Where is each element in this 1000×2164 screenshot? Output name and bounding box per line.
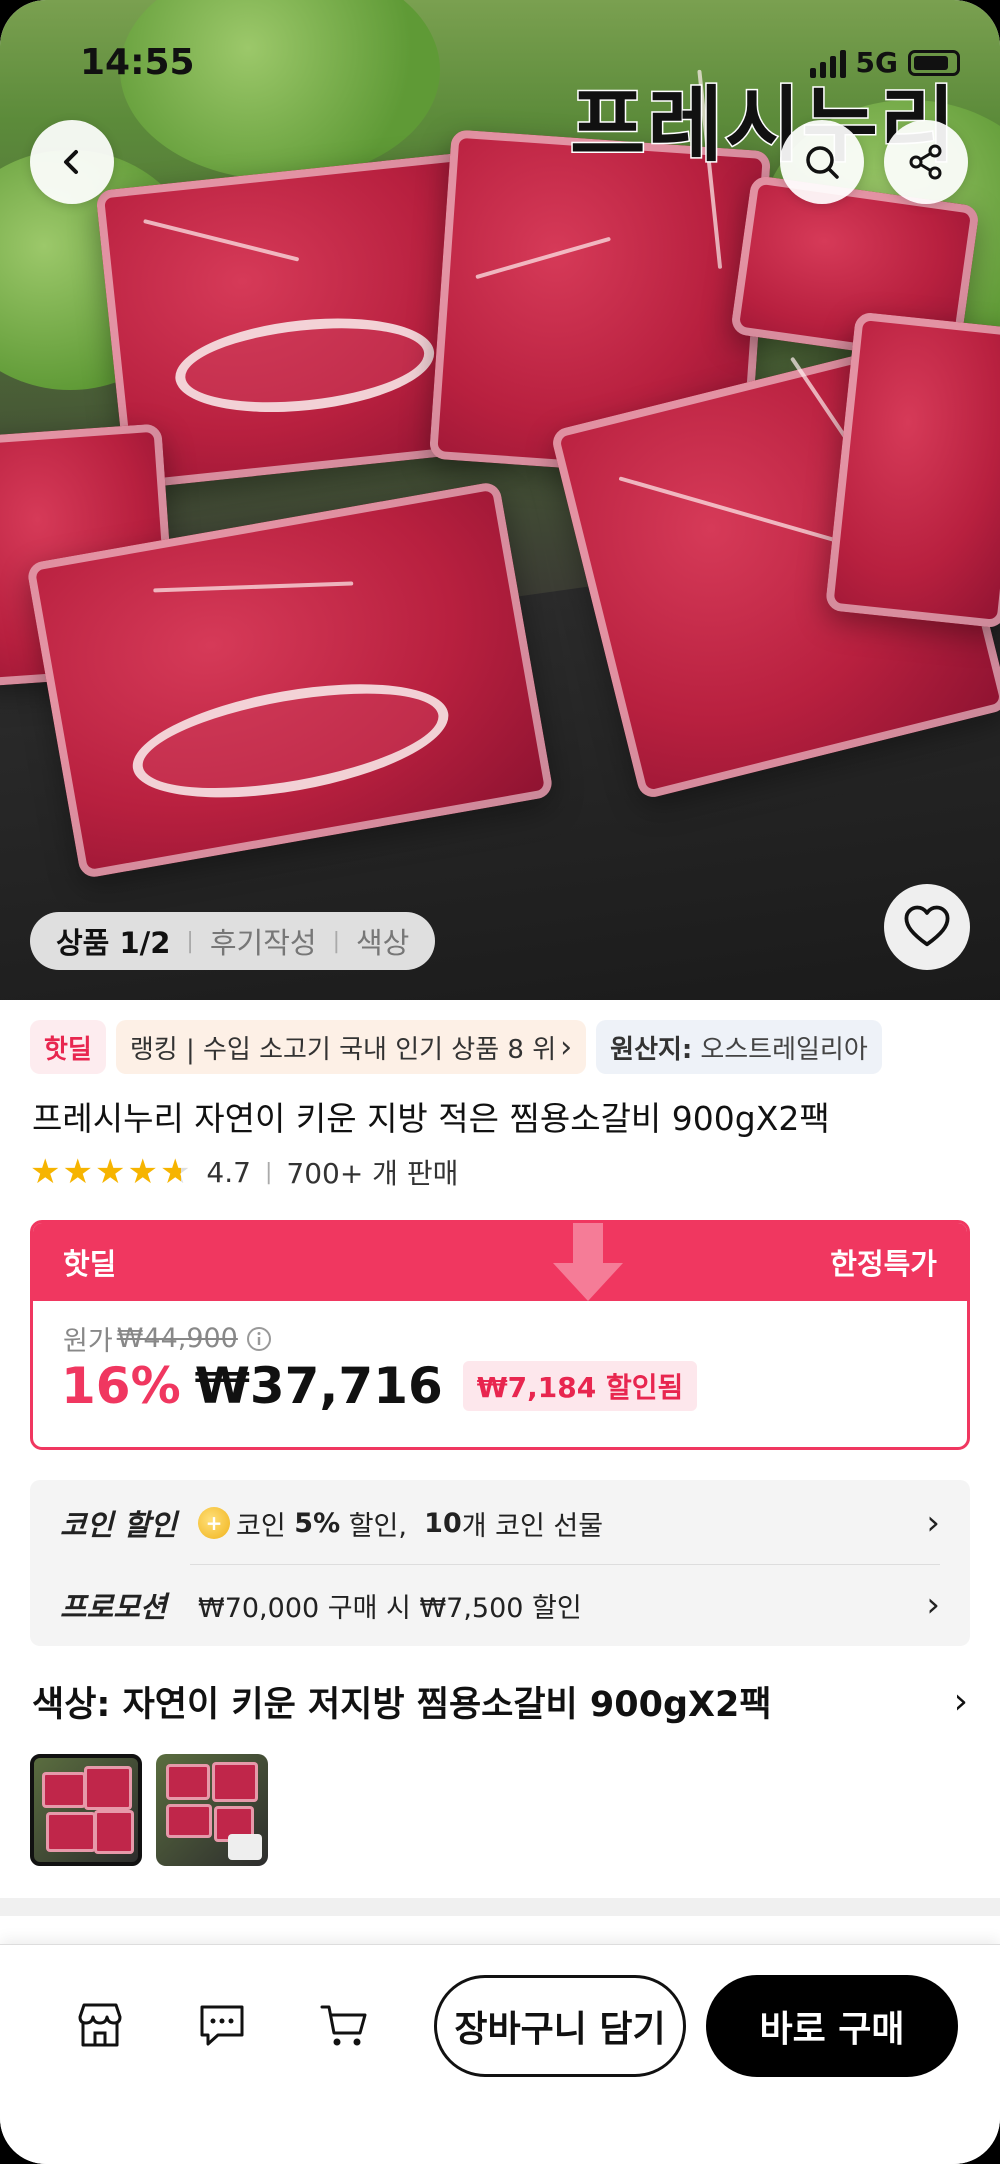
price-deal-box: 핫딜 한정특가 원가 ₩44,900 16% ₩37,716 ₩7,184 할인… — [30, 1220, 970, 1450]
share-button[interactable] — [884, 120, 968, 204]
product-title: 프레시누리 자연이 키운 지방 적은 찜용소갈비 900gX2팩 — [32, 1099, 830, 1138]
tab-write-review[interactable]: 후기작성 — [210, 920, 317, 962]
hot-deal-chip: 핫딜 — [30, 1020, 106, 1074]
battery-icon — [908, 49, 960, 76]
cart-icon — [320, 2005, 367, 2046]
info-icon[interactable] — [246, 1326, 272, 1352]
back-button[interactable] — [30, 120, 114, 204]
promotions-box: 코인 할인 + 코인 5% 할인, 10 개 코인 선물 › 프로모션 ₩70,… — [30, 1480, 970, 1646]
store-button[interactable] — [70, 1995, 130, 2055]
wishlist-button[interactable] — [884, 884, 970, 970]
star-icon: ★ — [94, 1152, 126, 1192]
original-price-row: 원가 ₩44,900 — [63, 1319, 272, 1358]
share-icon — [909, 144, 942, 180]
rating-value: 4.7 — [206, 1155, 251, 1189]
deal-header: 핫딜 한정특가 — [33, 1223, 967, 1301]
star-icon: ★ — [62, 1152, 93, 1192]
option-thumbnails — [30, 1754, 268, 1866]
original-price: ₩44,900 — [116, 1323, 238, 1354]
buy-now-button[interactable]: 바로 구매 — [706, 1975, 958, 2077]
sale-price: ₩37,716 — [194, 1357, 443, 1415]
original-price-label: 원가 — [63, 1326, 113, 1357]
origin-value: 오스트레일리아 — [700, 1034, 868, 1065]
product-image-gallery[interactable]: 프레시누리 14:55 5G 상품 1/2 | 후기작성 | 색상 — [0, 0, 1000, 1000]
coin-text-discount: 할인, — [348, 1510, 407, 1542]
promotion-label: 프로모션 — [60, 1590, 167, 1624]
store-icon — [78, 2003, 122, 2047]
coin-icon: + — [198, 1507, 230, 1539]
bottom-action-bar: 장바구니 담기 바로 구매 — [0, 1944, 1000, 2164]
coin-gift-text: 개 코인 선물 — [461, 1510, 604, 1542]
ranking-chip[interactable]: 랭킹 | 수입 소고기 국내 인기 상품 8 위 › — [115, 1020, 587, 1074]
chevron-right-icon: › — [953, 1681, 968, 1722]
promotion-row[interactable]: 프로모션 ₩70,000 구매 시 ₩7,500 할인 › — [60, 1570, 940, 1640]
color-option-row[interactable]: 색상: 자연이 키운 저지방 찜용소갈비 900gX2팩 › — [32, 1676, 968, 1727]
option-thumbnail[interactable] — [156, 1754, 268, 1866]
product-chips: 핫딜 랭킹 | 수입 소고기 국내 인기 상품 8 위 › 원산지: 오스트레일… — [30, 1020, 882, 1074]
chevron-right-icon: › — [926, 1585, 940, 1625]
rating-row[interactable]: ★ ★ ★ ★ ★ 4.7 | 700+ 개 판매 — [30, 1152, 458, 1192]
star-half-icon: ★ — [159, 1152, 191, 1192]
image-tabs: 상품 1/2 | 후기작성 | 색상 — [30, 912, 436, 970]
cart-button[interactable] — [314, 1995, 374, 2055]
deal-left-label: 핫딜 — [63, 1247, 117, 1281]
coin-discount-label: 코인 할인 — [60, 1508, 177, 1542]
add-to-cart-button[interactable]: 장바구니 담기 — [434, 1975, 686, 2077]
status-indicators: 5G — [809, 46, 960, 79]
option-thumbnail[interactable] — [30, 1754, 142, 1866]
saved-amount-badge: ₩7,184 할인됨 — [462, 1361, 698, 1411]
search-icon — [806, 146, 839, 179]
coin-text: 코인 — [236, 1510, 286, 1542]
origin-label: 원산지: — [610, 1034, 693, 1065]
section-divider — [0, 1898, 1000, 1916]
sold-count: 700+ 개 판매 — [286, 1157, 459, 1190]
chevron-right-icon: › — [926, 1503, 940, 1543]
coin-percent: 5% — [294, 1507, 341, 1539]
origin-chip: 원산지: 오스트레일리아 — [596, 1020, 882, 1074]
color-option-text: 색상: 자연이 키운 저지방 찜용소갈비 900gX2팩 — [32, 1685, 772, 1725]
chevron-left-icon — [64, 150, 78, 174]
screen: 프레시누리 14:55 5G 상품 1/2 | 후기작성 | 색상 핫딜 랭킹 … — [0, 0, 1000, 2164]
coin-count: 10 — [424, 1507, 462, 1539]
discount-percent: 16% — [61, 1357, 181, 1415]
tab-color[interactable]: 색상 — [356, 920, 409, 962]
chevron-right-icon: › — [560, 1029, 573, 1065]
ranking-text: 랭킹 | 수입 소고기 국내 인기 상품 8 위 — [129, 1034, 557, 1065]
search-button[interactable] — [780, 120, 864, 204]
star-icon: ★ — [30, 1152, 61, 1192]
coin-discount-row[interactable]: 코인 할인 + 코인 5% 할인, 10 개 코인 선물 › — [60, 1488, 940, 1558]
status-time: 14:55 — [80, 42, 195, 83]
promotion-text: ₩70,000 구매 시 ₩7,500 할인 — [198, 1592, 582, 1624]
arrow-down-icon — [553, 1223, 623, 1301]
deal-right-label: 한정특가 — [830, 1247, 937, 1281]
star-icon: ★ — [127, 1152, 158, 1192]
price-row: 16% ₩37,716 ₩7,184 할인됨 — [61, 1357, 698, 1415]
chat-icon — [200, 2005, 244, 2046]
network-type: 5G — [855, 46, 898, 79]
signal-icon — [809, 48, 846, 78]
heart-icon — [904, 905, 950, 947]
star-rating: ★ ★ ★ ★ ★ — [30, 1152, 190, 1192]
chat-button[interactable] — [192, 1995, 252, 2055]
tab-product[interactable]: 상품 1/2 — [56, 920, 170, 962]
